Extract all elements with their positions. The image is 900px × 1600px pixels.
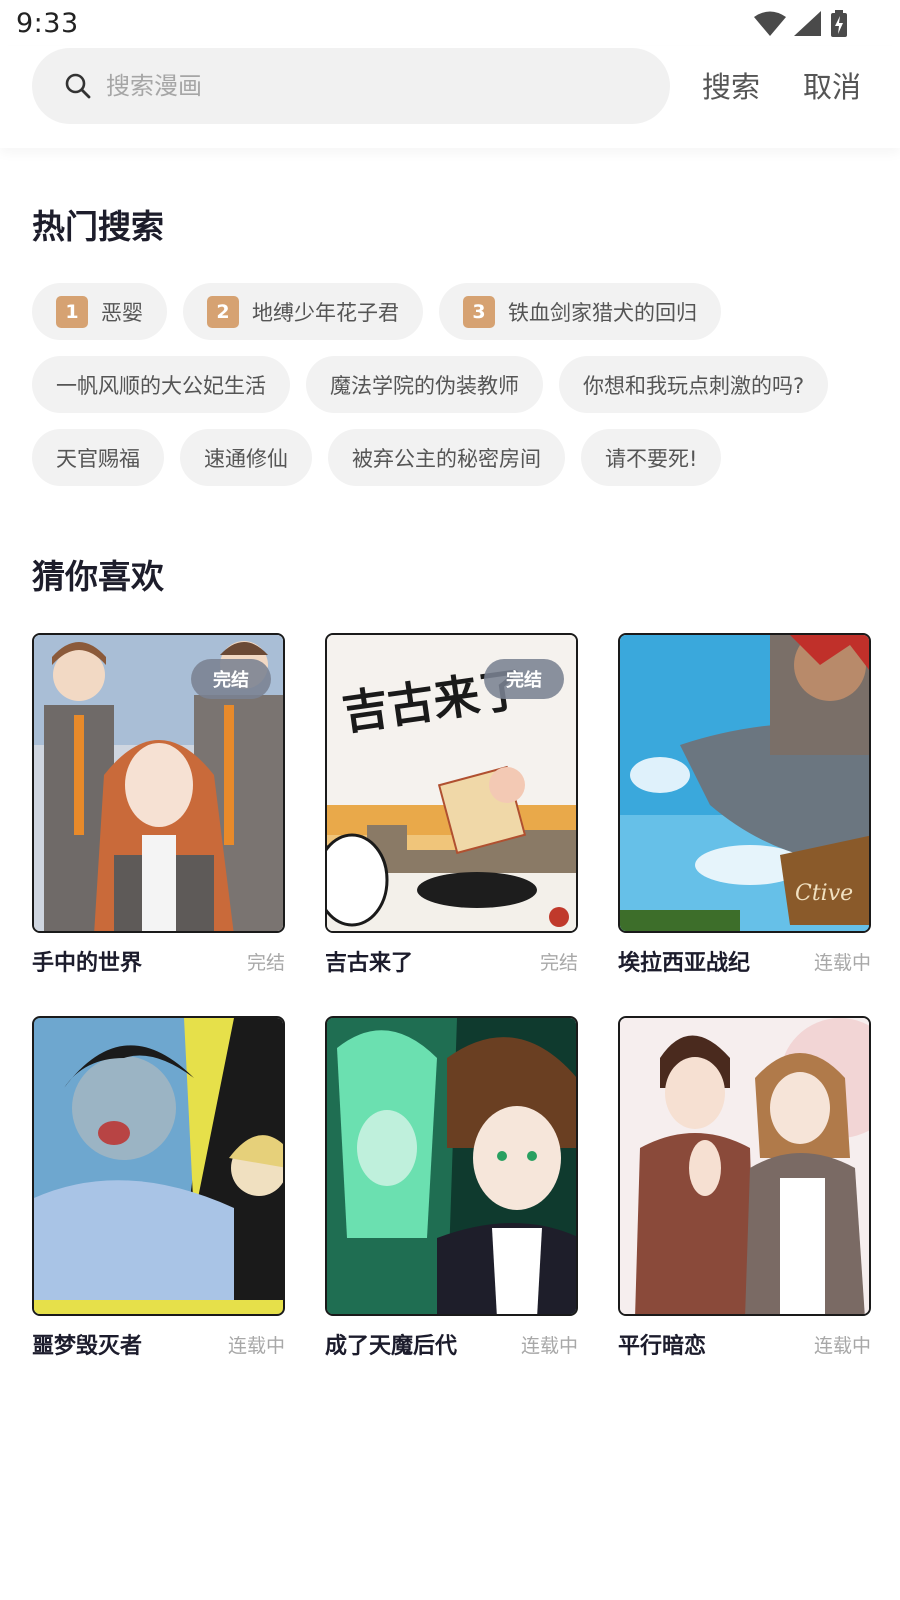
comic-cover: Ctive <box>618 633 871 933</box>
comic-title: 成了天魔后代 <box>325 1334 458 1359</box>
comic-card[interactable]: 成了天魔后代 连载中 <box>325 1016 578 1360</box>
cancel-button[interactable]: 取消 <box>803 64 861 106</box>
comic-status: 连载中 <box>520 1334 578 1357</box>
battery-charging-icon <box>831 10 847 37</box>
tag-label: 速通修仙 <box>204 446 288 471</box>
hot-search-tags: 1 恶婴 2 地缚少年花子君 3 铁血剑家猎犬的回归 一帆风顺的大公妃生活 魔法… <box>32 283 872 502</box>
tag-label: 恶婴 <box>101 300 143 325</box>
tag-row: 一帆风顺的大公妃生活 魔法学院的伪装教师 你想和我玩点刺激的吗? <box>32 356 872 413</box>
hot-tag[interactable]: 被弃公主的秘密房间 <box>328 429 565 486</box>
rank-badge: 1 <box>56 295 88 328</box>
comic-status: 连载中 <box>813 1334 871 1357</box>
comic-card[interactable]: 噩梦毁灭者 连载中 <box>32 1016 285 1360</box>
comic-card[interactable]: 平行暗恋 连载中 <box>618 1016 871 1360</box>
search-button[interactable]: 搜索 <box>702 64 760 106</box>
search-input[interactable] <box>106 72 626 100</box>
comic-title: 吉古来了 <box>325 951 414 976</box>
search-box[interactable] <box>32 48 670 124</box>
tag-label: 天官赐福 <box>56 446 140 471</box>
comic-title: 手中的世界 <box>32 951 143 976</box>
comic-status: 完结 <box>539 951 578 974</box>
comic-status: 完结 <box>246 951 285 974</box>
comic-cover: 完结 <box>32 633 285 933</box>
hot-tag[interactable]: 2 地缚少年花子君 <box>183 283 423 340</box>
status-badge: 完结 <box>484 659 564 699</box>
status-time: 9:33 <box>16 8 79 39</box>
comic-title: 噩梦毁灭者 <box>32 1334 143 1359</box>
tag-row: 1 恶婴 2 地缚少年花子君 3 铁血剑家猎犬的回归 <box>32 283 872 340</box>
svg-text:Ctive: Ctive <box>795 881 853 906</box>
hot-tag[interactable]: 速通修仙 <box>180 429 312 486</box>
search-icon <box>65 73 91 99</box>
tag-label: 被弃公主的秘密房间 <box>352 446 541 471</box>
comic-card[interactable]: 吉古来了 完结 吉古来了 完结 <box>325 633 578 977</box>
status-icons <box>754 10 848 38</box>
hot-tag[interactable]: 天官赐福 <box>32 429 164 486</box>
hot-tag[interactable]: 你想和我玩点刺激的吗? <box>559 356 829 413</box>
comic-status: 连载中 <box>813 951 871 974</box>
comic-title: 平行暗恋 <box>618 1334 707 1359</box>
hot-search-title: 热门搜索 <box>32 207 164 246</box>
tag-label: 一帆风顺的大公妃生活 <box>56 373 266 398</box>
search-header: 搜索 取消 <box>0 46 900 148</box>
hot-tag[interactable]: 3 铁血剑家猎犬的回归 <box>439 283 721 340</box>
comic-cover: 吉古来了 完结 <box>325 633 578 933</box>
comic-status: 连载中 <box>227 1334 285 1357</box>
tag-label: 你想和我玩点刺激的吗? <box>583 373 805 398</box>
guess-title: 猜你喜欢 <box>32 557 164 596</box>
status-badge: 完结 <box>191 659 271 699</box>
hot-tag[interactable]: 魔法学院的伪装教师 <box>306 356 543 413</box>
rank-badge: 3 <box>463 295 495 328</box>
comic-card[interactable]: 完结 手中的世界 完结 <box>32 633 285 977</box>
tag-row: 天官赐福 速通修仙 被弃公主的秘密房间 请不要死! <box>32 429 872 486</box>
status-bar: 9:33 <box>0 0 900 46</box>
signal-icon <box>794 11 821 36</box>
rank-badge: 2 <box>207 295 239 328</box>
wifi-icon <box>754 11 786 36</box>
tag-label: 铁血剑家猎犬的回归 <box>508 300 697 325</box>
hot-tag[interactable]: 1 恶婴 <box>32 283 167 340</box>
tag-label: 魔法学院的伪装教师 <box>330 373 519 398</box>
comic-cover <box>618 1016 871 1316</box>
comic-title: 埃拉西亚战纪 <box>618 951 751 976</box>
hot-tag[interactable]: 请不要死! <box>581 429 722 486</box>
comic-cover <box>32 1016 285 1316</box>
comic-cover <box>325 1016 578 1316</box>
tag-label: 请不要死! <box>605 446 698 471</box>
hot-tag[interactable]: 一帆风顺的大公妃生活 <box>32 356 290 413</box>
comic-card[interactable]: Ctive 埃拉西亚战纪 连载中 <box>618 633 871 977</box>
tag-label: 地缚少年花子君 <box>252 300 399 325</box>
